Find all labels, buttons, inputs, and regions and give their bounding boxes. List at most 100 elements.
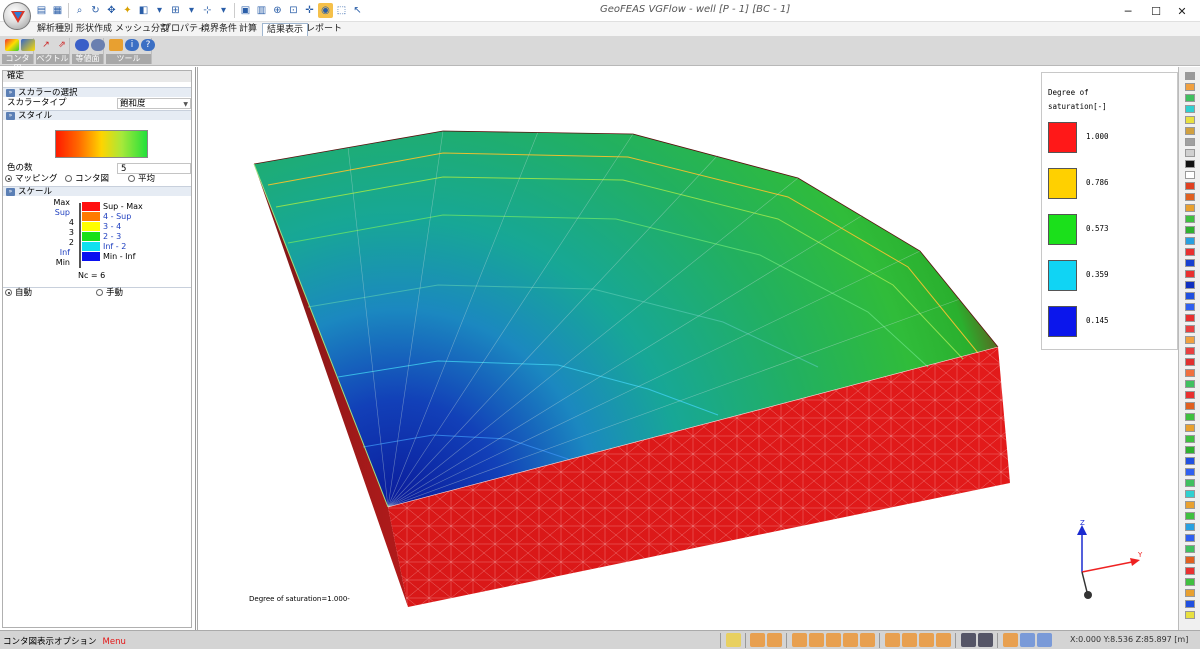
palette-swatch[interactable] [1185, 446, 1195, 454]
3d-viewport[interactable]: Degree of saturation=1.000- Degree of sa… [197, 67, 1178, 630]
zoom-icon[interactable]: ⊕ [270, 3, 285, 18]
palette-swatch[interactable] [1185, 578, 1195, 586]
palette-swatch[interactable] [1185, 259, 1195, 267]
snap-point-icon[interactable] [919, 633, 934, 647]
status-menu-link[interactable]: Menu [103, 637, 126, 647]
help-icon[interactable]: ? [141, 39, 155, 51]
scalar-section-header[interactable]: » スカラーの選択 [3, 87, 191, 98]
panel-icon[interactable] [1037, 633, 1052, 647]
palette-swatch[interactable] [1185, 567, 1195, 575]
palette-swatch[interactable] [1185, 292, 1195, 300]
palette-swatch[interactable] [1185, 72, 1195, 80]
palette-swatch[interactable] [1185, 94, 1195, 102]
window-icon[interactable] [1020, 633, 1035, 647]
scale-section-header[interactable]: » スケール [3, 186, 191, 197]
color-style-gradient[interactable] [55, 130, 148, 158]
palette-swatch[interactable] [1185, 105, 1195, 113]
palette-swatch[interactable] [1185, 127, 1195, 135]
palette-swatch[interactable] [1185, 325, 1195, 333]
shading-icon[interactable]: ◉ [318, 3, 333, 18]
axis-icon[interactable]: ⊹ [200, 3, 215, 18]
isosurface-icon[interactable] [75, 39, 89, 51]
palette-swatch[interactable] [1185, 391, 1195, 399]
palette-swatch[interactable] [1185, 424, 1195, 432]
palette-swatch[interactable] [1185, 314, 1195, 322]
palette-swatch[interactable] [1185, 479, 1195, 487]
snap-icon[interactable] [885, 633, 900, 647]
dropdown-icon[interactable]: ▾ [216, 3, 231, 18]
palette-swatch[interactable] [1185, 248, 1195, 256]
zoom-window-icon[interactable]: ⊡ [286, 3, 301, 18]
palette-swatch[interactable] [1185, 413, 1195, 421]
point-icon[interactable] [792, 633, 807, 647]
grid-icon[interactable]: ▣ [238, 3, 253, 18]
palette-swatch[interactable] [1185, 83, 1195, 91]
palette-swatch[interactable] [1185, 116, 1195, 124]
style-section-header[interactable]: » スタイル [3, 110, 191, 121]
dropdown-icon[interactable]: ▾ [152, 3, 167, 18]
grid-toggle-icon[interactable] [978, 633, 993, 647]
line-icon[interactable] [809, 633, 824, 647]
vector-settings-icon[interactable]: ⇗ [55, 39, 69, 51]
tab-calculation[interactable]: 計算 [235, 23, 261, 36]
confirm-button[interactable]: 確定 [3, 71, 191, 82]
contour-icon[interactable] [5, 39, 19, 51]
palette-swatch[interactable] [1185, 435, 1195, 443]
palette-swatch[interactable] [1185, 347, 1195, 355]
palette-swatch[interactable] [1185, 611, 1195, 619]
palette-swatch[interactable] [1185, 226, 1195, 234]
collapse-icon[interactable]: » [6, 89, 15, 97]
palette-swatch[interactable] [1185, 336, 1195, 344]
section-icon[interactable]: ⊞ [168, 3, 183, 18]
snap-grid-icon[interactable] [902, 633, 917, 647]
palette-swatch[interactable] [1185, 204, 1195, 212]
view-icon[interactable] [1003, 633, 1018, 647]
pan-icon[interactable]: ✥ [104, 3, 119, 18]
palette-swatch[interactable] [1185, 523, 1195, 531]
app-logo[interactable] [3, 2, 31, 30]
palette-swatch[interactable] [1185, 468, 1195, 476]
close-button[interactable]: ✕ [1162, 0, 1200, 22]
palette-swatch[interactable] [1185, 303, 1195, 311]
tab-analysis-type[interactable]: 解析種別 [33, 23, 77, 36]
palette-swatch[interactable] [1185, 512, 1195, 520]
pointer-icon[interactable]: ↖ [350, 3, 365, 18]
fit-icon[interactable]: ✛ [302, 3, 317, 18]
edit-icon[interactable] [860, 633, 875, 647]
palette-swatch[interactable] [1185, 490, 1195, 498]
radio-manual[interactable]: 手動 [96, 288, 123, 299]
palette-swatch[interactable] [1185, 182, 1195, 190]
pen-icon[interactable] [826, 633, 841, 647]
palette-swatch[interactable] [1185, 171, 1195, 179]
palette-swatch[interactable] [1185, 534, 1195, 542]
tool-icon[interactable] [109, 39, 123, 51]
radio-contour[interactable]: コンタ図 [65, 174, 109, 185]
collapse-icon[interactable]: » [6, 188, 15, 196]
light-icon[interactable]: ✦ [120, 3, 135, 18]
rotate-icon[interactable]: ↻ [88, 3, 103, 18]
radio-auto[interactable]: 自動 [5, 288, 32, 299]
vector-icon[interactable]: ↗ [39, 39, 53, 51]
palette-swatch[interactable] [1185, 402, 1195, 410]
palette-swatch[interactable] [1185, 193, 1195, 201]
palette-swatch[interactable] [1185, 457, 1195, 465]
search-icon[interactable]: ⌕ [72, 3, 87, 18]
palette-swatch[interactable] [1185, 358, 1195, 366]
element-icon[interactable] [767, 633, 782, 647]
tab-report[interactable]: レポート [302, 23, 346, 36]
brush-icon[interactable] [843, 633, 858, 647]
colors-input[interactable]: 5 [117, 163, 191, 174]
palette-swatch[interactable] [1185, 281, 1195, 289]
screen-icon[interactable] [961, 633, 976, 647]
radio-average[interactable]: 平均 [128, 174, 155, 185]
palette-swatch[interactable] [1185, 545, 1195, 553]
palette-swatch[interactable] [1185, 369, 1195, 377]
palette-swatch[interactable] [1185, 600, 1195, 608]
radio-mapping[interactable]: マッピング [5, 174, 58, 185]
palette-swatch[interactable] [1185, 237, 1195, 245]
dropdown-icon[interactable]: ▾ [184, 3, 199, 18]
snap-line-icon[interactable] [936, 633, 951, 647]
palette-swatch[interactable] [1185, 149, 1195, 157]
collapse-icon[interactable]: » [6, 112, 15, 120]
palette-swatch[interactable] [1185, 160, 1195, 168]
